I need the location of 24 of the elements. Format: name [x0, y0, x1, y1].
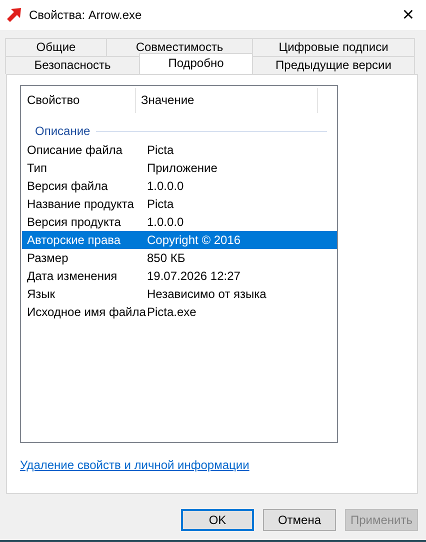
column-header[interactable]: Свойство	[22, 88, 136, 113]
list-row[interactable]: Исходное имя файлаPicta.exe	[22, 303, 337, 321]
close-button[interactable]: ×	[398, 4, 418, 26]
tab[interactable]: Цифровые подписи	[252, 38, 415, 56]
list-row[interactable]: Язык Независимо от языка	[22, 285, 337, 303]
list-row[interactable]: Авторские права Copyright © 2016	[22, 231, 337, 249]
tab[interactable]: Подробно	[139, 53, 253, 74]
list-row[interactable]: Размер 850 КБ	[22, 249, 337, 267]
list-row[interactable]: Дата изменения 19.07.2026 12:27	[22, 267, 337, 285]
tab[interactable]: Безопасность	[5, 56, 140, 74]
list-row[interactable]: Название продукта Picta	[22, 195, 337, 213]
list-row[interactable]: Версия продукта 1.0.0.0	[22, 213, 337, 231]
dialog-button[interactable]: OK	[181, 509, 254, 531]
list-row[interactable]: Описание файла Picta	[22, 141, 337, 159]
list-row[interactable]: Версия файла 1.0.0.0	[22, 177, 337, 195]
list-row[interactable]: Тип Приложение	[22, 159, 337, 177]
tab[interactable]: Общие	[5, 38, 107, 56]
remove-properties-link[interactable]: Удаление свойств и личной информации	[20, 458, 250, 472]
arrow-icon	[6, 7, 22, 23]
dialog-button[interactable]: Отмена	[263, 509, 336, 531]
window-title: Свойства: Arrow.exe	[29, 8, 143, 22]
column-header[interactable]: Значение	[136, 88, 318, 113]
tab[interactable]: Предыдущие версии	[252, 56, 415, 74]
group-header: Описание	[35, 124, 90, 138]
